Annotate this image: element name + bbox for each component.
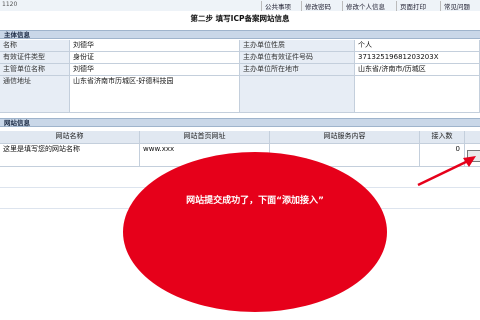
callout-ellipse (123, 152, 387, 312)
callout-arrow-line (417, 158, 471, 187)
callout-overlay (123, 152, 476, 312)
callout-text: 网站提交成功了，下面“添加接入” (186, 196, 324, 206)
